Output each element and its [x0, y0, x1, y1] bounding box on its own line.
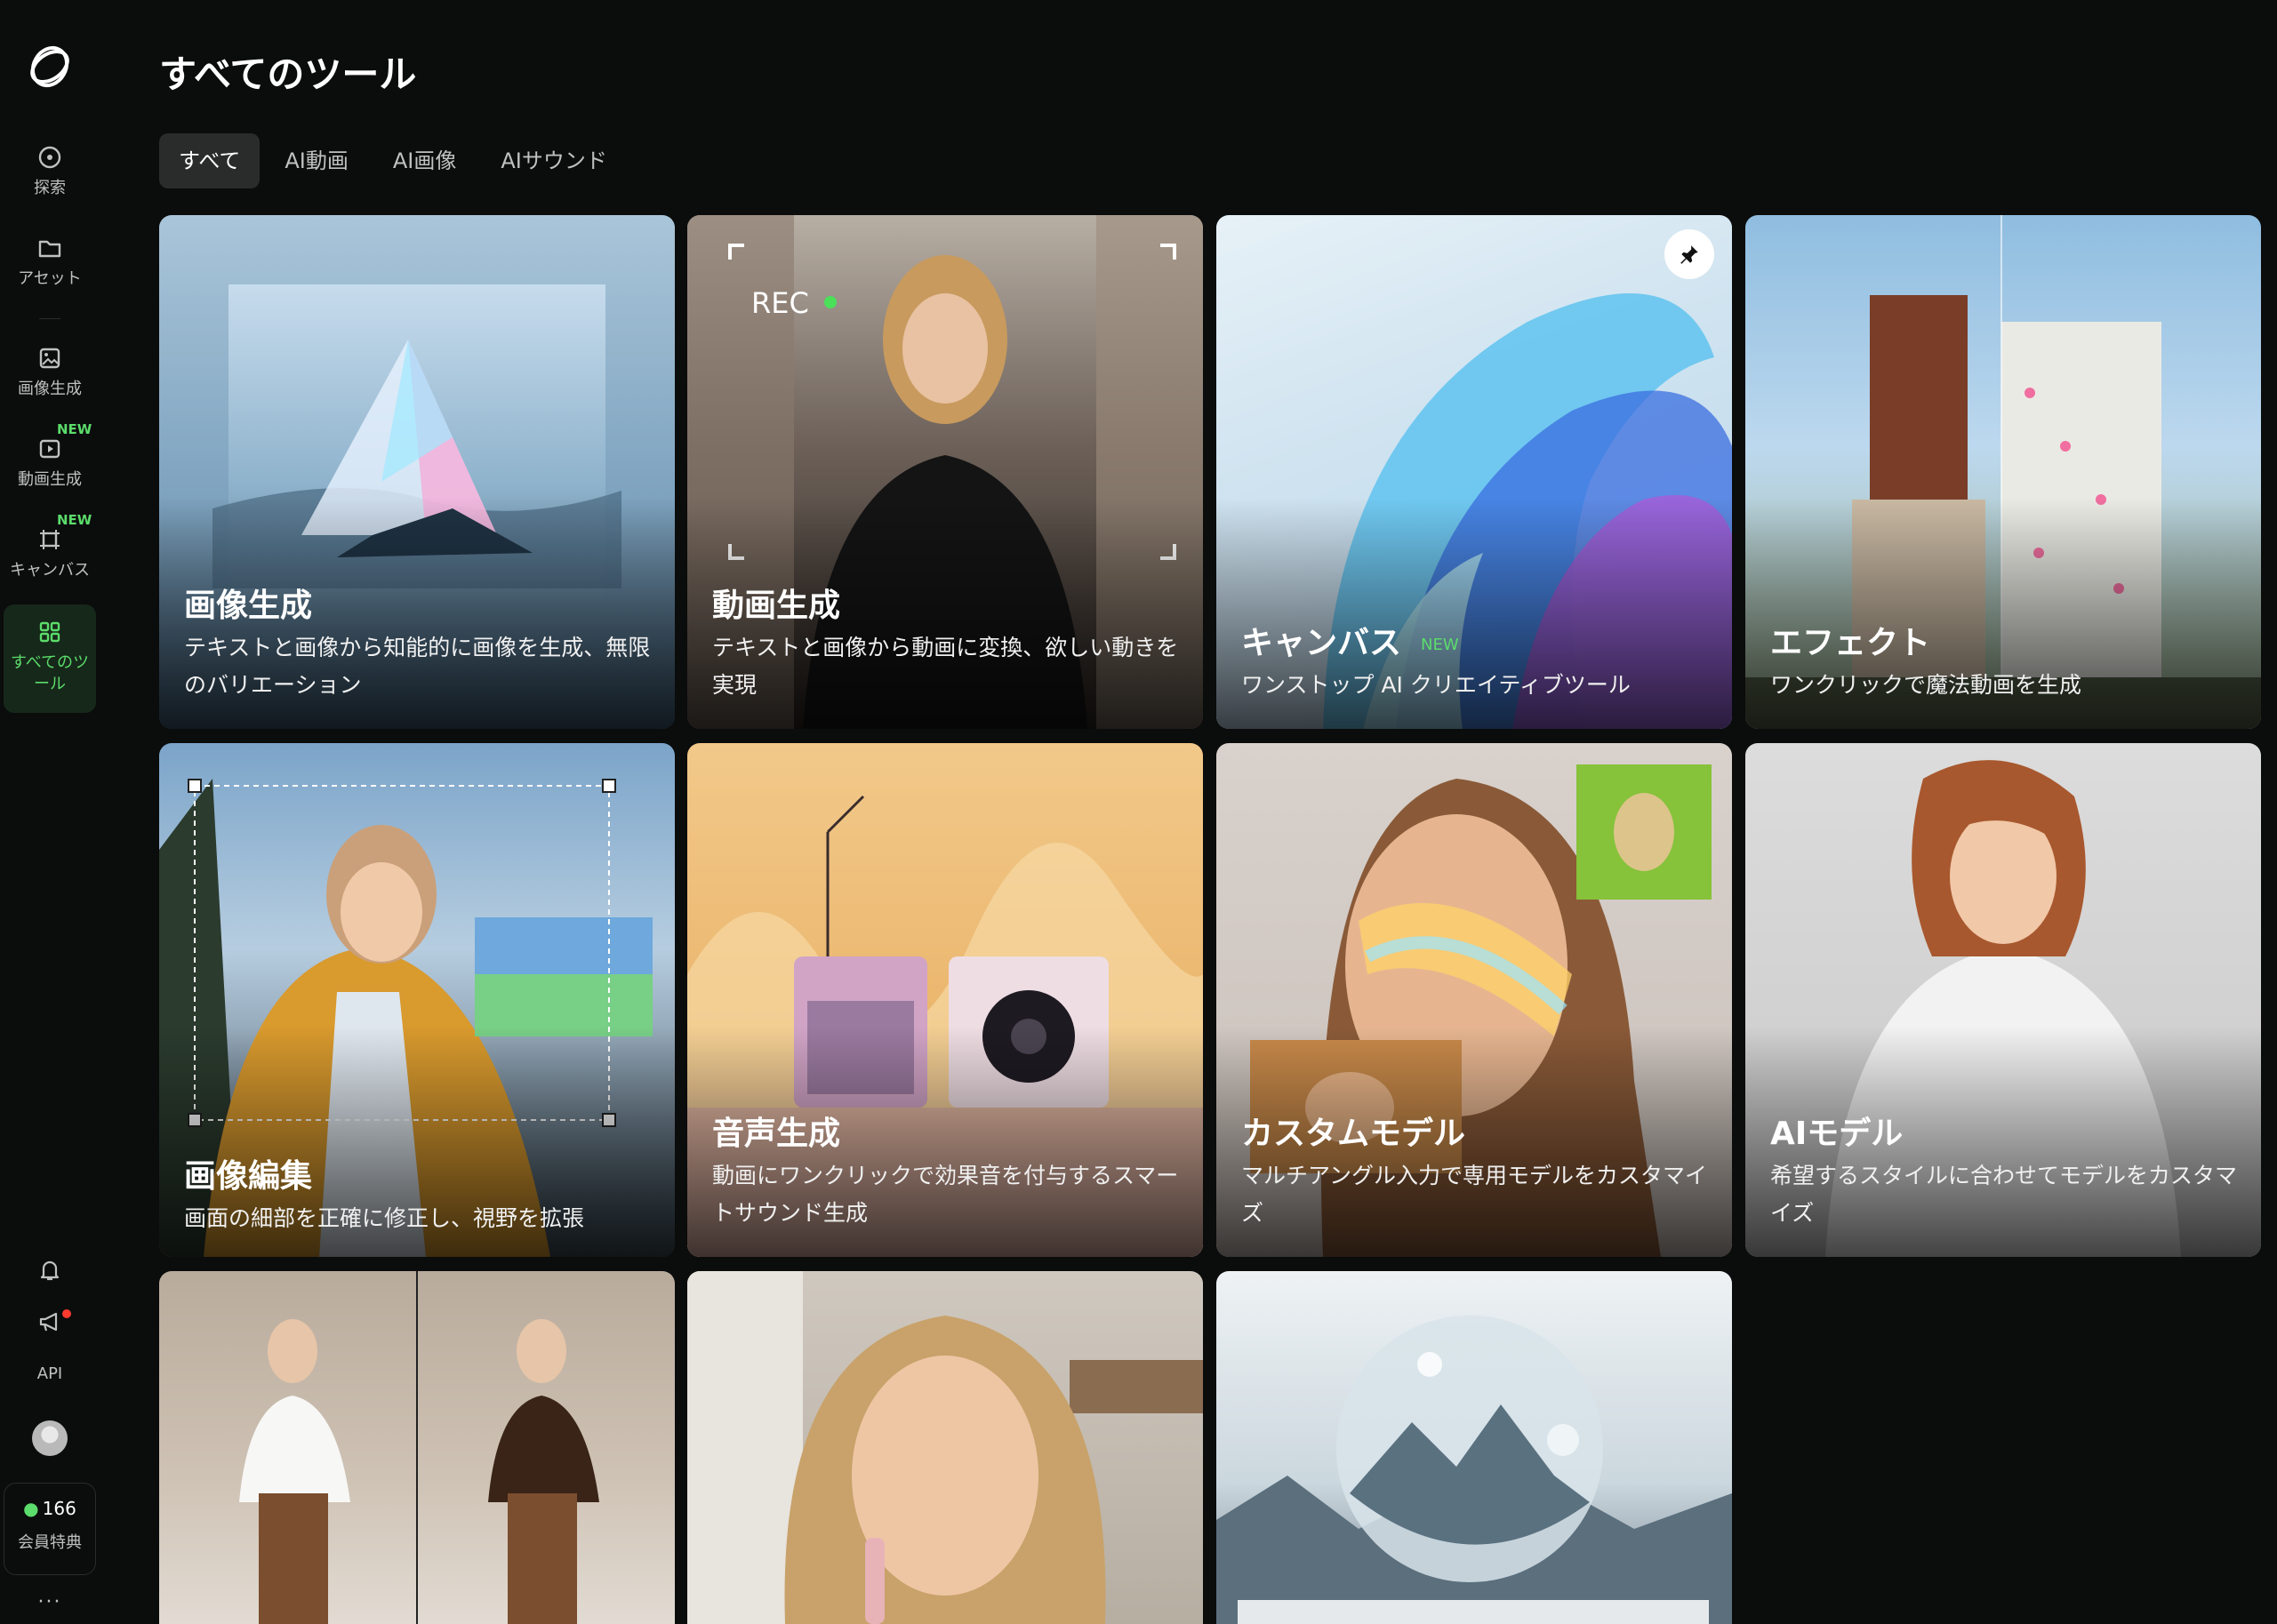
card-title: 動画生成 [712, 588, 841, 624]
card-title: カスタムモデル [1241, 1116, 1466, 1152]
tab-all[interactable]: すべて [159, 133, 261, 188]
card-title: エフェクト [1770, 625, 1931, 661]
card-image [159, 1271, 675, 1624]
tool-card-3d-sphere[interactable] [1216, 1271, 1732, 1624]
card-desc: ワンクリックで魔法動画を生成 [1770, 672, 2082, 698]
card-desc: テキストと画像から動画に変換、欲しい動きを実現 [712, 635, 1179, 698]
tool-card-fashion-tryon[interactable] [159, 1271, 675, 1624]
card-title: 画像編集 [184, 1158, 313, 1195]
tool-card-effects[interactable]: エフェクト ワンクリックで魔法動画を生成 [1745, 215, 2261, 729]
megaphone-icon[interactable] [35, 1307, 65, 1337]
tool-card-video-gen[interactable]: REC 動画生成 テキストと画像から動画に変換、欲しい動きを実現 [687, 215, 1203, 729]
category-tabs: すべて AI動画 AI画像 AIサウンド [159, 133, 627, 188]
card-desc: 希望するスタイルに合わせてモデルをカスタマイズ [1770, 1163, 2238, 1226]
sidebar-item-canvas[interactable]: キャンバス [4, 524, 96, 581]
pin-icon [1680, 245, 1698, 264]
credit-count: 166 [42, 1498, 76, 1519]
member-label: 会員特典 [18, 1533, 82, 1552]
card-image [1216, 1271, 1732, 1624]
sidebar-item-explore[interactable]: 探索 [4, 142, 96, 199]
tab-ai-sound[interactable]: AIサウンド [481, 133, 627, 188]
card-desc: ワンストップ AI クリエイティブツール [1241, 672, 1631, 698]
sidebar: 探索 アセット 画像生成 NEW 動画生成 NEW キャンバス すべてのツール … [0, 0, 100, 1624]
drop-icon: ● [23, 1498, 39, 1519]
sidebar-item-label: キャンバス [10, 561, 90, 580]
tool-card-image-gen[interactable]: 画像生成 テキストと画像から知能的に画像を生成、無限のバリエーション [159, 215, 675, 729]
tool-card-ai-model[interactable]: AIモデル 希望するスタイルに合わせてモデルをカスタマイズ [1745, 743, 2261, 1257]
tab-ai-image[interactable]: AI画像 [373, 133, 477, 188]
grid-icon [39, 621, 60, 643]
card-title: キャンバス NEW [1241, 617, 1459, 663]
page-title: すべてのツール [159, 52, 417, 96]
card-title: 音声生成 [712, 1116, 841, 1152]
card-title: AIモデル [1770, 1116, 1904, 1152]
sidebar-item-label: 動画生成 [18, 470, 82, 489]
card-title-text: キャンバス [1241, 625, 1402, 661]
card-desc: 画面の細部を正確に修正し、視野を拡張 [184, 1205, 585, 1231]
more-menu-button[interactable]: ··· [0, 1591, 100, 1613]
logo-icon[interactable] [22, 39, 77, 94]
notification-dot [62, 1309, 71, 1318]
video-icon [39, 439, 60, 459]
card-desc: テキストと画像から知能的に画像を生成、無限のバリエーション [184, 635, 651, 698]
sidebar-item-all-tools[interactable]: すべてのツール [4, 604, 96, 713]
compass-icon [38, 146, 61, 169]
bell-icon[interactable] [35, 1255, 65, 1285]
card-title: 画像生成 [184, 588, 313, 624]
pin-button[interactable] [1664, 229, 1714, 279]
sidebar-item-image-gen[interactable]: 画像生成 [4, 343, 96, 400]
card-desc: マルチアングル入力で専用モデルをカスタマイズ [1241, 1163, 1708, 1226]
canvas-icon [40, 530, 60, 549]
sidebar-item-label: アセット [18, 269, 82, 288]
folder-icon [38, 240, 61, 258]
tool-card-canvas[interactable]: キャンバス NEW ワンストップ AI クリエイティブツール [1216, 215, 1732, 729]
avatar[interactable] [32, 1420, 68, 1456]
sidebar-item-label: すべてのツール [10, 653, 90, 693]
sidebar-divider [39, 318, 60, 319]
tool-card-sound-gen[interactable]: 音声生成 動画にワンクリックで効果音を付与するスマートサウンド生成 [687, 743, 1203, 1257]
api-link[interactable]: API [0, 1364, 100, 1383]
image-icon [39, 348, 60, 369]
new-badge: NEW [1421, 635, 1459, 654]
sidebar-item-label: 画像生成 [18, 380, 82, 398]
tool-card-image-edit[interactable]: 画像編集 画面の細部を正確に修正し、視野を拡張 [159, 743, 675, 1257]
card-desc: 動画にワンクリックで効果音を付与するスマートサウンド生成 [712, 1163, 1179, 1226]
tool-card-custom-model[interactable]: カスタムモデル マルチアングル入力で専用モデルをカスタマイズ [1216, 743, 1732, 1257]
card-image [687, 1271, 1203, 1624]
sidebar-item-video-gen[interactable]: 動画生成 [4, 434, 96, 491]
rec-label: REC [751, 286, 809, 320]
sidebar-item-label: 探索 [34, 179, 66, 197]
credit-count-row: ● 166 [4, 1498, 95, 1519]
member-benefits-button[interactable]: ● 166 会員特典 [4, 1483, 96, 1575]
tool-card-portrait[interactable] [687, 1271, 1203, 1624]
tab-ai-video[interactable]: AI動画 [265, 133, 368, 188]
sidebar-item-assets[interactable]: アセット [4, 233, 96, 290]
